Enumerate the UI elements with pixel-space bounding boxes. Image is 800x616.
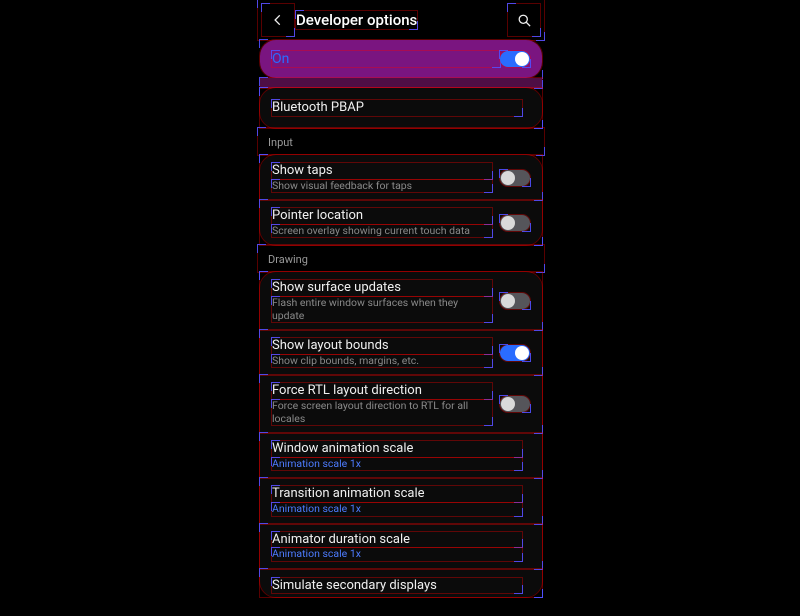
row-sub: Show clip bounds, margins, etc.: [272, 355, 492, 368]
row-title: Show taps: [272, 163, 492, 179]
row-title: Animator duration scale: [272, 532, 522, 548]
row-bluetooth-pbap[interactable]: Bluetooth PBAP: [260, 88, 542, 128]
master-toggle-switch[interactable]: [500, 51, 530, 67]
switch-show-layout-bounds[interactable]: [500, 345, 530, 361]
row-sub: Animation scale 1x: [272, 548, 522, 561]
row-sub: Flash entire window surfaces when they u…: [272, 297, 492, 322]
section-header-drawing: Drawing: [258, 245, 544, 272]
row-title: Window animation scale: [272, 441, 522, 457]
row-show-surface-updates[interactable]: Show surface updates Flash entire window…: [260, 272, 542, 330]
row-sub: Animation scale 1x: [272, 503, 522, 516]
page-title: Developer options: [296, 11, 417, 29]
row-title: Transition animation scale: [272, 486, 522, 502]
row-show-taps[interactable]: Show taps Show visual feedback for taps: [260, 155, 542, 200]
row-title: Show layout bounds: [272, 338, 492, 354]
row-pointer-location[interactable]: Pointer location Screen overlay showing …: [260, 200, 542, 245]
developer-options-master-toggle[interactable]: On: [260, 40, 542, 78]
back-icon[interactable]: [262, 4, 294, 36]
section-header-input: Input: [258, 128, 544, 155]
row-simulate-secondary-displays[interactable]: Simulate secondary displays: [260, 569, 542, 597]
switch-force-rtl[interactable]: [500, 396, 530, 412]
row-animator-duration-scale[interactable]: Animator duration scale Animation scale …: [260, 524, 542, 569]
row-window-animation-scale[interactable]: Window animation scale Animation scale 1…: [260, 433, 542, 478]
switch-show-taps[interactable]: [500, 170, 530, 186]
switch-show-surface-updates[interactable]: [500, 293, 530, 309]
switch-pointer-location[interactable]: [500, 215, 530, 231]
row-show-layout-bounds[interactable]: Show layout bounds Show clip bounds, mar…: [260, 330, 542, 375]
section-input-card: Show taps Show visual feedback for taps …: [260, 155, 542, 245]
phone-frame: Developer options On Bluetooth PBAP Inpu…: [258, 0, 544, 616]
row-title: Simulate secondary displays: [272, 578, 522, 594]
search-icon[interactable]: [508, 4, 540, 36]
row-title: Show surface updates: [272, 280, 492, 296]
row-sub: Screen overlay showing current touch dat…: [272, 225, 492, 238]
row-title: Pointer location: [272, 208, 492, 224]
row-bluetooth-pbap-card: Bluetooth PBAP: [260, 88, 542, 128]
row-transition-animation-scale[interactable]: Transition animation scale Animation sca…: [260, 478, 542, 523]
row-sub: Show visual feedback for taps: [272, 180, 492, 193]
master-toggle-label: On: [272, 51, 500, 67]
row-force-rtl[interactable]: Force RTL layout direction Force screen …: [260, 375, 542, 433]
section-drawing-card: Show surface updates Flash entire window…: [260, 272, 542, 596]
master-toggle-underglow: [260, 78, 542, 88]
app-bar: Developer options: [258, 0, 544, 40]
row-sub: Force screen layout direction to RTL for…: [272, 400, 492, 425]
row-sub: Animation scale 1x: [272, 458, 522, 471]
row-title: Bluetooth PBAP: [272, 100, 522, 116]
row-title: Force RTL layout direction: [272, 383, 492, 399]
